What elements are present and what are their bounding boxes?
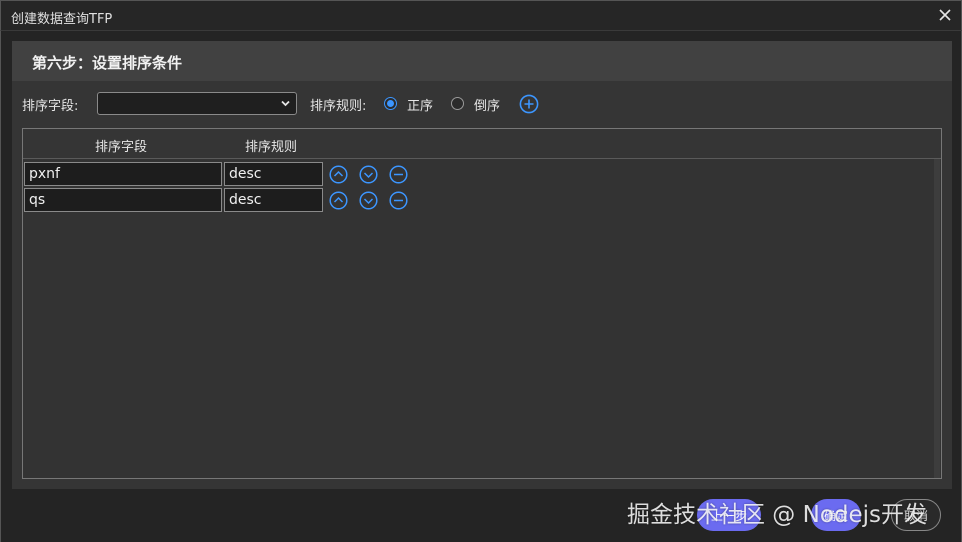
arrow-down-circle-icon[interactable] — [359, 165, 378, 184]
sort-toolbar: 排序字段: 排序规则: 正序 倒序 — [12, 81, 952, 127]
arrow-up-circle-icon[interactable] — [329, 165, 348, 184]
radio-asc-label: 正序 — [407, 99, 434, 114]
table-scrollbar[interactable] — [934, 159, 940, 478]
table-row: qs desc — [24, 188, 424, 212]
prev-step-button[interactable]: 上一步 — [697, 499, 761, 531]
ok-button[interactable]: 确定 — [811, 499, 861, 531]
arrow-down-circle-icon[interactable] — [359, 191, 378, 210]
dialog-body: 第六步：设置排序条件 排序字段: 排序规则: 正序 倒序 排序字段 排序规则 p… — [0, 31, 962, 542]
radio-asc[interactable] — [384, 97, 397, 110]
minus-circle-icon[interactable] — [389, 191, 408, 210]
minus-circle-icon[interactable] — [389, 165, 408, 184]
table-row: pxnf desc — [24, 162, 424, 186]
column-header-rule: 排序规则 — [245, 140, 298, 155]
sort-field-select[interactable] — [97, 92, 297, 115]
title-bar: 创建数据查询TFP — [0, 0, 962, 31]
close-icon[interactable] — [935, 5, 955, 25]
step-panel: 第六步：设置排序条件 排序字段: 排序规则: 正序 倒序 排序字段 排序规则 p… — [12, 41, 952, 489]
sort-table: 排序字段 排序规则 pxnf desc qs desc — [22, 128, 942, 479]
column-header-field: 排序字段 — [95, 140, 148, 155]
step-header: 第六步：设置排序条件 — [12, 41, 952, 81]
arrow-up-circle-icon[interactable] — [329, 191, 348, 210]
plus-circle-icon[interactable] — [519, 94, 539, 114]
row-rule-cell[interactable]: desc — [224, 162, 323, 186]
radio-desc-label: 倒序 — [474, 99, 501, 114]
row-field-cell[interactable]: pxnf — [24, 162, 222, 186]
sort-field-label: 排序字段: — [22, 99, 79, 114]
chevron-down-icon — [280, 98, 291, 113]
row-field-cell[interactable]: qs — [24, 188, 222, 212]
radio-desc[interactable] — [451, 97, 464, 110]
sort-rule-label: 排序规则: — [310, 99, 367, 114]
step-title: 第六步：设置排序条件 — [32, 54, 183, 72]
cancel-button[interactable]: 取消 — [891, 499, 941, 531]
window-title: 创建数据查询TFP — [11, 12, 113, 27]
table-header: 排序字段 排序规则 — [23, 129, 941, 159]
row-rule-cell[interactable]: desc — [224, 188, 323, 212]
